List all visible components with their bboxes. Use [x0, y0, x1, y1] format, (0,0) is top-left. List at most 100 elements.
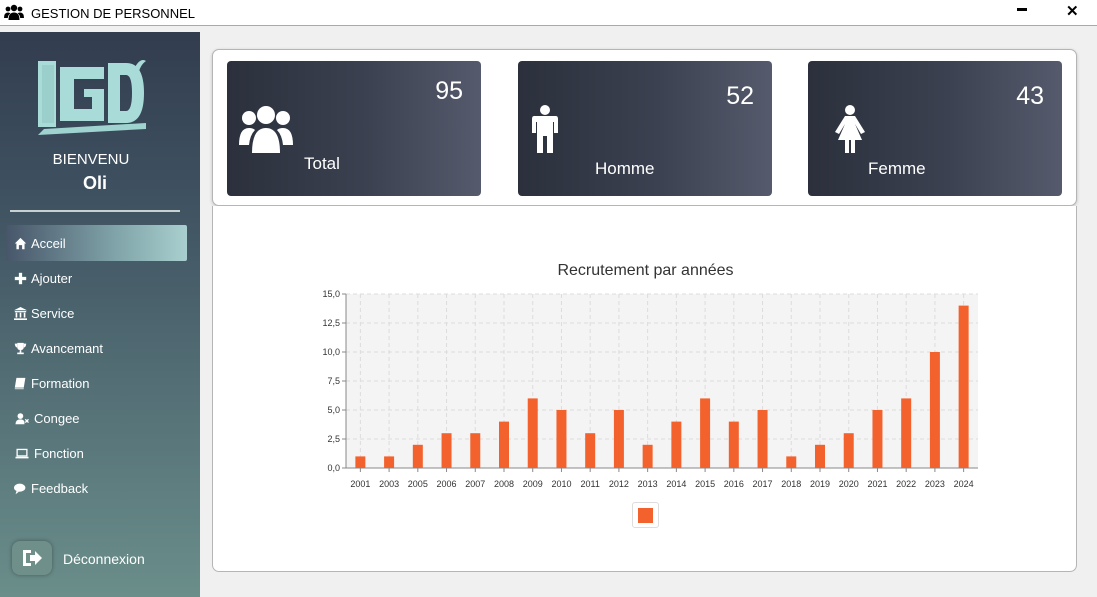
- x-tick-label: 2013: [638, 479, 658, 489]
- x-tick-label: 2007: [465, 479, 485, 489]
- x-tick-label: 2010: [551, 479, 571, 489]
- sidebar-item-acceil[interactable]: Acceil: [6, 225, 187, 261]
- users-icon: [239, 106, 293, 153]
- x-tick-label: 2005: [408, 479, 428, 489]
- sidebar-item-feedback[interactable]: Feedback: [6, 470, 187, 506]
- sidebar-item-label: Avancemant: [31, 340, 104, 356]
- bar-2009: [527, 398, 538, 468]
- book-icon: [14, 377, 26, 389]
- stat-total-label: Total: [304, 154, 340, 173]
- sidebar-item-label: Formation: [31, 375, 90, 391]
- chart-panel: Recrutement par années 0,0 2,5 5,0 7,5 10,0 1…: [212, 206, 1077, 572]
- close-button[interactable]: ✕: [1066, 2, 1079, 20]
- sidebar-item-congee[interactable]: Congee: [6, 400, 187, 436]
- stat-card-total: 95 Total: [227, 61, 481, 196]
- stat-homme-label: Homme: [595, 159, 655, 178]
- legend-swatch: [638, 507, 653, 523]
- bar-2023: [929, 352, 940, 468]
- logout-button[interactable]: [12, 541, 52, 575]
- bar-2003: [384, 456, 395, 468]
- sidebar-item-label: Congee: [34, 410, 80, 426]
- sidebar-item-label: Acceil: [31, 235, 66, 251]
- stats-panel: 95 Total 52 Homme 43 Femme: [212, 49, 1077, 206]
- bar-2006: [441, 433, 452, 468]
- sign-out-icon: [23, 550, 42, 566]
- plus-icon: [14, 272, 27, 284]
- chart-legend: [632, 502, 659, 528]
- stat-femme-label: Femme: [868, 159, 926, 178]
- y-tick-label: 7,5: [327, 376, 340, 386]
- x-tick-label: 2014: [666, 479, 686, 489]
- x-tick-label: 2006: [437, 479, 457, 489]
- trophy-icon: [14, 342, 27, 354]
- bar-2001: [355, 456, 366, 468]
- bar-2012: [613, 410, 624, 468]
- bar-2022: [901, 398, 912, 468]
- x-tick-label: 2018: [781, 479, 801, 489]
- bar-2010: [556, 410, 567, 468]
- x-tick-label: 2023: [925, 479, 945, 489]
- bar-2008: [499, 421, 509, 468]
- laptop-icon: [15, 448, 29, 458]
- y-tick-label: 0,0: [327, 463, 340, 473]
- bar-2014: [671, 421, 682, 468]
- logout-label[interactable]: Déconnexion: [63, 551, 145, 567]
- users-icon: [4, 4, 24, 20]
- bar-2013: [642, 444, 653, 468]
- male-icon: [532, 105, 558, 153]
- window-title: GESTION DE PERSONNEL: [31, 6, 195, 21]
- y-tick-label: 5,0: [327, 405, 340, 415]
- y-tick-label: 12,5: [322, 318, 340, 328]
- bar-2021: [872, 410, 883, 468]
- x-tick-label: 2003: [379, 479, 399, 489]
- sidebar-item-ajouter[interactable]: Ajouter: [6, 260, 187, 296]
- y-tick-label: 10,0: [322, 347, 340, 357]
- sidebar-item-fonction[interactable]: Fonction: [6, 435, 187, 471]
- x-tick-label: 2012: [609, 479, 629, 489]
- bar-2017: [757, 410, 768, 468]
- stat-card-femme: 43 Femme: [808, 61, 1062, 196]
- sidebar-item-formation[interactable]: Formation: [6, 365, 187, 401]
- sidebar-divider: [10, 210, 180, 212]
- bar-2007: [470, 433, 481, 468]
- stat-homme-value: 52: [726, 82, 754, 110]
- bar-2011: [585, 433, 596, 468]
- female-icon: [835, 105, 865, 153]
- x-tick-label: 2017: [753, 479, 773, 489]
- sidebar-item-label: Feedback: [31, 480, 89, 496]
- app-logo: [38, 60, 146, 135]
- sidebar-item-label: Fonction: [34, 445, 84, 461]
- sidebar-item-avancemant[interactable]: Avancemant: [6, 330, 187, 366]
- bar-2024: [958, 305, 969, 468]
- user-times-icon: [15, 412, 29, 424]
- chart-title: Recrutement par années: [557, 262, 734, 279]
- recruitment-bar-chart: 0,0 2,5 5,0 7,5 10,0 12,5 15,0 2001 2003 2005 2006…: [322, 289, 978, 489]
- x-tick-label: 2001: [350, 479, 370, 489]
- x-tick-label: 2011: [581, 479, 600, 489]
- x-tick-label: 2008: [494, 479, 514, 489]
- y-tick-label: 15,0: [322, 289, 340, 299]
- comments-icon: [14, 483, 26, 494]
- bank-icon: [14, 306, 27, 320]
- stat-total-value: 95: [435, 77, 463, 105]
- bar-2018: [786, 456, 797, 468]
- x-tick-label: 2015: [695, 479, 715, 489]
- sidebar-item-service[interactable]: Service: [6, 295, 187, 331]
- x-tick-label: 2020: [839, 479, 859, 489]
- stat-femme-value: 43: [1016, 82, 1044, 110]
- sidebar-item-label: Service: [31, 305, 75, 321]
- welcome-label: BIENVENU: [52, 151, 130, 168]
- minimize-button[interactable]: [1017, 8, 1027, 11]
- stat-card-homme: 52 Homme: [518, 61, 772, 196]
- bar-2005: [412, 444, 423, 468]
- x-tick-label: 2024: [954, 479, 974, 489]
- x-tick-label: 2016: [724, 479, 744, 489]
- x-tick-label: 2019: [810, 479, 830, 489]
- x-tick-label: 2022: [896, 479, 916, 489]
- sidebar: BIENVENU Oli Acceil Ajouter Service Avan…: [0, 32, 200, 597]
- bar-2019: [815, 444, 825, 468]
- sidebar-item-label: Ajouter: [31, 270, 73, 286]
- username-label: Oli: [82, 173, 107, 193]
- home-icon: [14, 237, 27, 249]
- y-tick-label: 2,5: [327, 434, 340, 444]
